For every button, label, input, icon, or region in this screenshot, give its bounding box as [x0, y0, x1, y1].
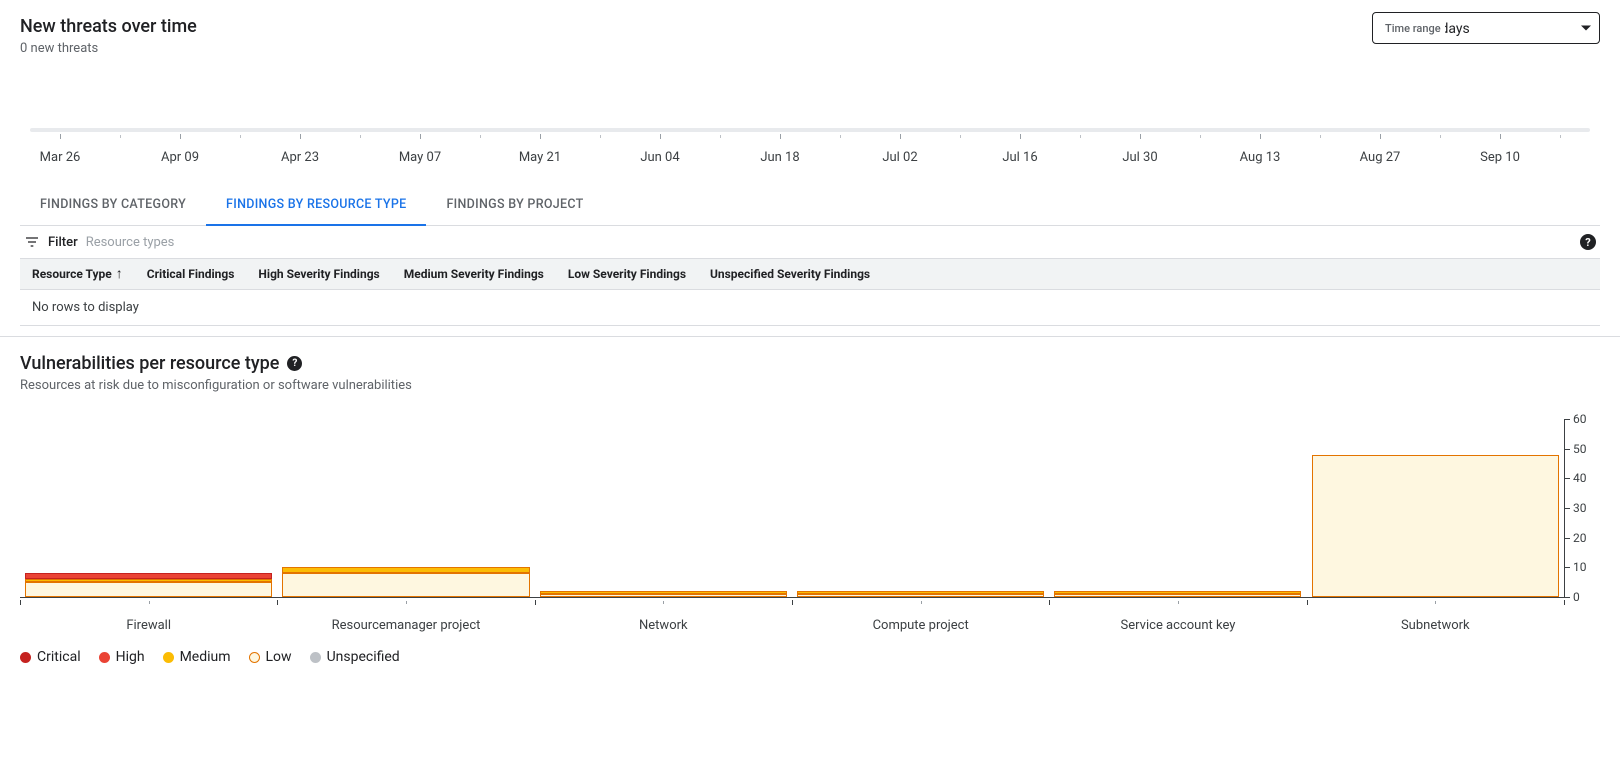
chevron-down-icon: [1581, 26, 1591, 31]
tab-project[interactable]: FINDINGS BY PROJECT: [426, 185, 603, 226]
tab-resource[interactable]: FINDINGS BY RESOURCE TYPE: [206, 185, 426, 226]
timeline-axis: [30, 128, 1590, 132]
y-tick-label: 50: [1565, 442, 1587, 456]
bar-service-account-key[interactable]: [1049, 419, 1306, 597]
timeline-date-label: Jul 02: [870, 150, 930, 165]
table-column-header[interactable]: Critical Findings: [147, 267, 235, 281]
bar-segment-low: [25, 582, 272, 597]
threats-timeline: Mar 26 Apr 09 Apr 23 May 07 May 21 Jun 04 Jun …: [20, 128, 1600, 165]
chart-x-axis: [20, 597, 1564, 598]
timeline-date-label: Mar 26: [30, 150, 90, 165]
y-tick-label: 10: [1565, 560, 1587, 574]
legend-high[interactable]: High: [99, 649, 145, 665]
threats-card: New threats over time 0 new threats Time…: [0, 0, 1620, 337]
timeline-date-label: Jun 04: [630, 150, 690, 165]
filter-label: Filter: [48, 235, 78, 250]
legend-unspecified[interactable]: Unspecified: [310, 649, 400, 665]
bar-segment-low: [1312, 455, 1559, 597]
timeline-date-label: Jun 18: [750, 150, 810, 165]
chart-category-labels: FirewallResourcemanager projectNetworkCo…: [20, 600, 1564, 633]
swatch-low: [249, 652, 260, 663]
bar-subnetwork[interactable]: [1307, 419, 1564, 597]
filter-icon: [24, 234, 40, 250]
category-label: Service account key: [1049, 600, 1306, 633]
threats-subtitle: 0 new threats: [20, 41, 197, 56]
y-tick-label: 0: [1565, 590, 1580, 604]
chart-legend: Critical High Medium Low Unspecified: [20, 649, 1600, 665]
timeline-date-label: Aug 27: [1350, 150, 1410, 165]
table-column-header[interactable]: High Severity Findings: [258, 267, 379, 281]
bar-resourcemanager-project[interactable]: [277, 419, 534, 597]
y-tick-label: 30: [1565, 501, 1587, 515]
timeline-date-label: Aug 13: [1230, 150, 1290, 165]
bar-segment-low: [797, 594, 1044, 597]
table-header-row: Resource Type↑ Critical Findings High Seve…: [20, 258, 1600, 290]
table-column-header[interactable]: Unspecified Severity Findings: [710, 267, 870, 281]
time-range-dropdown[interactable]: Time range Last 180 days: [1372, 12, 1600, 44]
category-label: Compute project: [792, 600, 1049, 633]
timeline-date-label: Apr 09: [150, 150, 210, 165]
table-column-header[interactable]: Resource Type↑: [32, 267, 123, 281]
swatch-high: [99, 652, 110, 663]
filter-input[interactable]: Resource types: [86, 235, 175, 250]
swatch-critical: [20, 652, 31, 663]
table-empty-text: No rows to display: [20, 290, 1600, 326]
vuln-subtitle: Resources at risk due to misconfiguratio…: [20, 378, 1600, 393]
timeline-date-label: Apr 23: [270, 150, 330, 165]
category-label: Network: [535, 600, 792, 633]
filter-bar: Filter Resource types ?: [20, 226, 1600, 258]
timeline-ticks: [30, 134, 1590, 144]
legend-critical[interactable]: Critical: [20, 649, 81, 665]
chart-bars: [20, 419, 1564, 597]
time-range-label: Time range: [1381, 22, 1445, 35]
chart-y-axis: 0102030405060: [1564, 419, 1600, 597]
vuln-title: Vulnerabilities per resource type ?: [20, 353, 1600, 374]
bar-segment-low: [1054, 594, 1301, 597]
category-label: Firewall: [20, 600, 277, 633]
y-tick-label: 60: [1565, 412, 1587, 426]
swatch-medium: [163, 652, 174, 663]
bar-segment-low: [282, 573, 529, 597]
vuln-chart: 0102030405060: [20, 419, 1600, 597]
bar-firewall[interactable]: [20, 419, 277, 597]
threats-title: New threats over time: [20, 16, 197, 37]
help-icon[interactable]: ?: [287, 356, 302, 371]
swatch-unspecified: [310, 652, 321, 663]
category-label: Subnetwork: [1307, 600, 1564, 633]
timeline-date-label: Sep 10: [1470, 150, 1530, 165]
help-icon[interactable]: ?: [1580, 234, 1596, 250]
sort-arrow-icon: ↑: [116, 267, 123, 281]
bar-compute-project[interactable]: [792, 419, 1049, 597]
findings-tabs: FINDINGS BY CATEGORYFINDINGS BY RESOURCE…: [20, 185, 1600, 226]
legend-medium[interactable]: Medium: [163, 649, 231, 665]
timeline-labels: Mar 26 Apr 09 Apr 23 May 07 May 21 Jun 04 Jun …: [30, 150, 1590, 165]
chart-plot-area: [20, 419, 1564, 597]
category-label: Resourcemanager project: [277, 600, 534, 633]
timeline-date-label: May 21: [510, 150, 570, 165]
vuln-title-text: Vulnerabilities per resource type: [20, 353, 279, 374]
timeline-date-label: Jul 30: [1110, 150, 1170, 165]
table-column-header[interactable]: Low Severity Findings: [568, 267, 686, 281]
bar-segment-low: [540, 594, 787, 597]
y-tick-label: 40: [1565, 471, 1587, 485]
y-tick-label: 20: [1565, 531, 1587, 545]
table-column-header[interactable]: Medium Severity Findings: [404, 267, 544, 281]
bar-network[interactable]: [535, 419, 792, 597]
tab-category[interactable]: FINDINGS BY CATEGORY: [20, 185, 206, 226]
vulnerabilities-card: Vulnerabilities per resource type ? Reso…: [0, 337, 1620, 675]
timeline-date-label: Jul 16: [990, 150, 1050, 165]
legend-low[interactable]: Low: [249, 649, 292, 665]
timeline-date-label: May 07: [390, 150, 450, 165]
